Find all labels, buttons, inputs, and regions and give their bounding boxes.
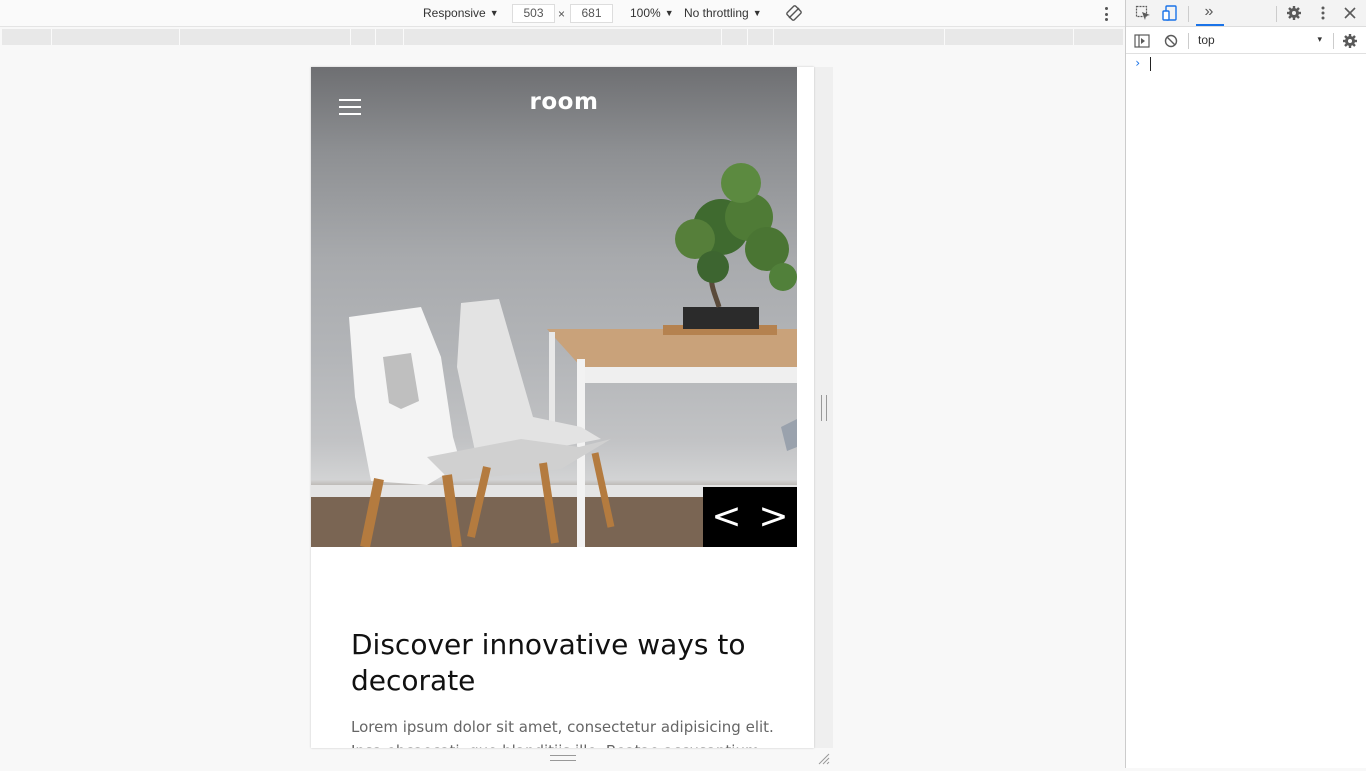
hero-image [311, 163, 797, 547]
chevron-down-icon: ▼ [752, 8, 762, 18]
console-toolbar: top ▾ [1126, 28, 1366, 54]
resize-corner-icon[interactable] [817, 752, 831, 766]
intro-section: Discover innovative ways to decorate Lor… [351, 627, 781, 748]
slider-prev-button[interactable]: < [703, 487, 750, 547]
chevron-down-icon: ▼ [489, 8, 499, 18]
clear-console-icon[interactable] [1162, 32, 1180, 50]
dimension-separator: × [558, 7, 566, 21]
throttling-select[interactable]: No throttling ▼ [684, 6, 762, 20]
devtools-toolbar: » [1126, 0, 1366, 27]
height-input[interactable]: 681 [570, 4, 613, 23]
devtools-panel: » top ▾ › [1125, 0, 1366, 768]
device-toggle-icon[interactable] [1161, 4, 1179, 22]
throttling-label: No throttling [684, 6, 749, 20]
intro-paragraph: Lorem ipsum dolor sit amet, consectetur … [351, 718, 774, 748]
more-options-icon[interactable] [1101, 6, 1111, 22]
zoom-label: 100% [630, 6, 661, 20]
resize-handle-bottom[interactable] [550, 755, 576, 761]
chevron-down-icon: ▼ [664, 8, 674, 18]
kebab-menu-icon[interactable] [1314, 4, 1332, 22]
device-toolbar: Responsive ▼ 503 × 681 100% ▼ No throttl… [0, 0, 1125, 27]
console-prompt-icon: › [1134, 56, 1142, 70]
console-settings-icon[interactable] [1341, 32, 1359, 50]
page-title: Discover innovative ways to decorate [351, 628, 746, 697]
active-tab-indicator [1196, 24, 1224, 26]
inspect-element-icon[interactable] [1134, 4, 1152, 22]
zoom-select[interactable]: 100% ▼ [630, 6, 674, 20]
device-mode-label: Responsive [423, 6, 486, 20]
resize-handle-right[interactable] [821, 395, 827, 421]
settings-icon[interactable] [1285, 4, 1303, 22]
rotate-icon[interactable] [786, 5, 802, 21]
chevron-down-icon: ▾ [1317, 34, 1322, 44]
close-icon[interactable] [1341, 4, 1359, 22]
device-viewport: room < > Discover innovative ways to dec… [311, 67, 814, 748]
device-emulation-area: Responsive ▼ 503 × 681 100% ▼ No throttl… [0, 0, 1125, 768]
width-input[interactable]: 503 [512, 4, 555, 23]
slider-next-button[interactable]: > [750, 487, 797, 547]
device-mode-select[interactable]: Responsive ▼ [423, 6, 499, 20]
hero-slider: room < > [311, 67, 797, 547]
context-selector[interactable]: top ▾ [1198, 33, 1328, 49]
sidebar-toggle-icon[interactable] [1133, 32, 1151, 50]
context-label: top [1198, 33, 1215, 47]
media-query-bar[interactable] [2, 29, 1123, 45]
slider-controls: < > [703, 487, 797, 547]
console-input[interactable] [1150, 57, 1151, 71]
brand-logo[interactable]: room [311, 89, 797, 115]
more-tabs-icon[interactable]: » [1200, 3, 1218, 21]
